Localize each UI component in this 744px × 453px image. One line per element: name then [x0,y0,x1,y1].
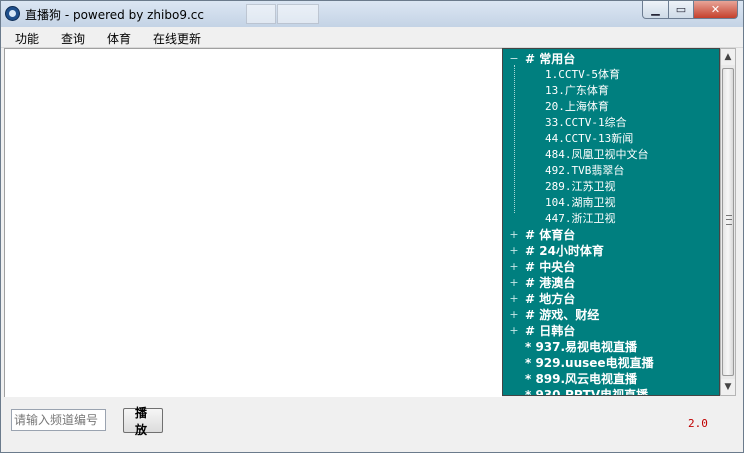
expand-icon[interactable]: + [509,307,519,323]
channel-label: 289.江苏卫视 [545,180,616,193]
window-title: 直播狗 - powered by zhibo9.cc [25,8,204,22]
scroll-down-button[interactable]: ▼ [721,379,735,395]
tree-item-pptv[interactable]: * 930.PPTV电视直播 [503,387,719,396]
minimize-button[interactable]: ▁ [642,1,669,19]
tree-item-yishi[interactable]: * 937.易视电视直播 [503,339,719,355]
scroll-up-button[interactable]: ▲ [721,49,735,65]
tree-group-label: # 中央台 [525,260,576,274]
channel-label: 484.凤凰卫视中文台 [545,148,649,161]
scrollbar-thumb[interactable] [722,68,734,376]
channel-label: 104.湖南卫视 [545,196,616,209]
menu-query[interactable]: 查询 [61,30,85,47]
channel-tree[interactable]: − # 常用台 1.CCTV-5体育 13.广东体育 20.上海体育 33.CC… [502,48,720,396]
channel-label: 492.TVB翡翠台 [545,164,625,177]
menu-function[interactable]: 功能 [15,30,39,47]
menu-sports[interactable]: 体育 [107,30,131,47]
scroll-up-icon: ▲ [724,52,732,62]
tree-channel-item[interactable]: 289.江苏卫视 [503,179,719,195]
tree-group-sports[interactable]: + # 体育台 [503,227,719,243]
channel-number-input[interactable] [11,409,106,431]
tree-item-label: * 899.风云电视直播 [525,372,638,386]
tree-group-label: # 常用台 [525,52,576,66]
title-bar[interactable]: 直播狗 - powered by zhibo9.cc ▁ ▭ ✕ [1,1,743,27]
tree-group-local[interactable]: + # 地方台 [503,291,719,307]
app-logo-icon [5,6,20,21]
version-label: 2.0 [688,417,708,430]
menu-online-update[interactable]: 在线更新 [153,30,201,47]
tree-item-label: * 930.PPTV电视直播 [525,388,649,396]
tree-channel-item[interactable]: 33.CCTV-1综合 [503,115,719,131]
tree-channel-item[interactable]: 104.湖南卫视 [503,195,719,211]
tree-channel-item[interactable]: 484.凤凰卫视中文台 [503,147,719,163]
tree-channel-item[interactable]: 447.浙江卫视 [503,211,719,227]
expand-icon[interactable]: + [509,243,519,259]
expand-icon[interactable]: + [509,291,519,307]
tree-group-label: # 24小时体育 [525,244,604,258]
tree-channel-item[interactable]: 44.CCTV-13新闻 [503,131,719,147]
tree-item-label: * 929.uusee电视直播 [525,356,654,370]
tree-group-games-finance[interactable]: + # 游戏、财经 [503,307,719,323]
tree-item-fengyun[interactable]: * 899.风云电视直播 [503,371,719,387]
tree-group-label: # 港澳台 [525,276,576,290]
tree-group-cctv[interactable]: + # 中央台 [503,259,719,275]
tree-scrollbar[interactable]: ▲ ▼ [720,48,736,396]
grip-icon [726,215,732,225]
collapse-icon[interactable]: − [509,51,519,67]
tree-channel-item[interactable]: 20.上海体育 [503,99,719,115]
expand-icon[interactable]: + [509,275,519,291]
play-button[interactable]: 播 放 [123,406,163,437]
tree-channel-item[interactable]: 1.CCTV-5体育 [503,67,719,83]
tree-group-japan-korea[interactable]: + # 日韩台 [503,323,719,339]
minimize-icon: ▁ [651,3,660,16]
channel-label: 44.CCTV-13新闻 [545,132,634,145]
tree-group-hk-macau-tw[interactable]: + # 港澳台 [503,275,719,291]
maximize-button[interactable]: ▭ [668,1,694,19]
expand-icon[interactable]: + [509,259,519,275]
close-icon: ✕ [710,3,721,16]
channel-label: 13.广东体育 [545,84,609,97]
channel-label: 447.浙江卫视 [545,212,616,225]
tree-item-uusee[interactable]: * 929.uusee电视直播 [503,355,719,371]
scroll-down-icon: ▼ [724,382,732,392]
app-window: 直播狗 - powered by zhibo9.cc ▁ ▭ ✕ 功能 查询 体… [0,0,744,453]
menu-bar: 功能 查询 体育 在线更新 [1,27,743,48]
expand-icon[interactable]: + [509,227,519,243]
tree-group-label: # 游戏、财经 [525,308,600,322]
tree-group-common[interactable]: − # 常用台 [503,51,719,67]
video-player-area[interactable] [4,48,502,398]
channel-label: 20.上海体育 [545,100,609,113]
tree-group-label: # 地方台 [525,292,576,306]
close-button[interactable]: ✕ [693,1,738,19]
expand-icon[interactable]: + [509,323,519,339]
tree-group-label: # 体育台 [525,228,576,242]
tree-channel-item[interactable]: 492.TVB翡翠台 [503,163,719,179]
background-window-ghost [277,4,319,24]
channel-label: 33.CCTV-1综合 [545,116,627,129]
background-window-ghost [246,4,276,24]
tree-item-label: * 937.易视电视直播 [525,340,638,354]
tree-channel-item[interactable]: 13.广东体育 [503,83,719,99]
tree-group-label: # 日韩台 [525,324,576,338]
tree-group-24h-sports[interactable]: + # 24小时体育 [503,243,719,259]
bottom-panel: 播 放 2.0 [1,397,743,452]
channel-label: 1.CCTV-5体育 [545,68,620,81]
maximize-icon: ▭ [675,3,687,16]
